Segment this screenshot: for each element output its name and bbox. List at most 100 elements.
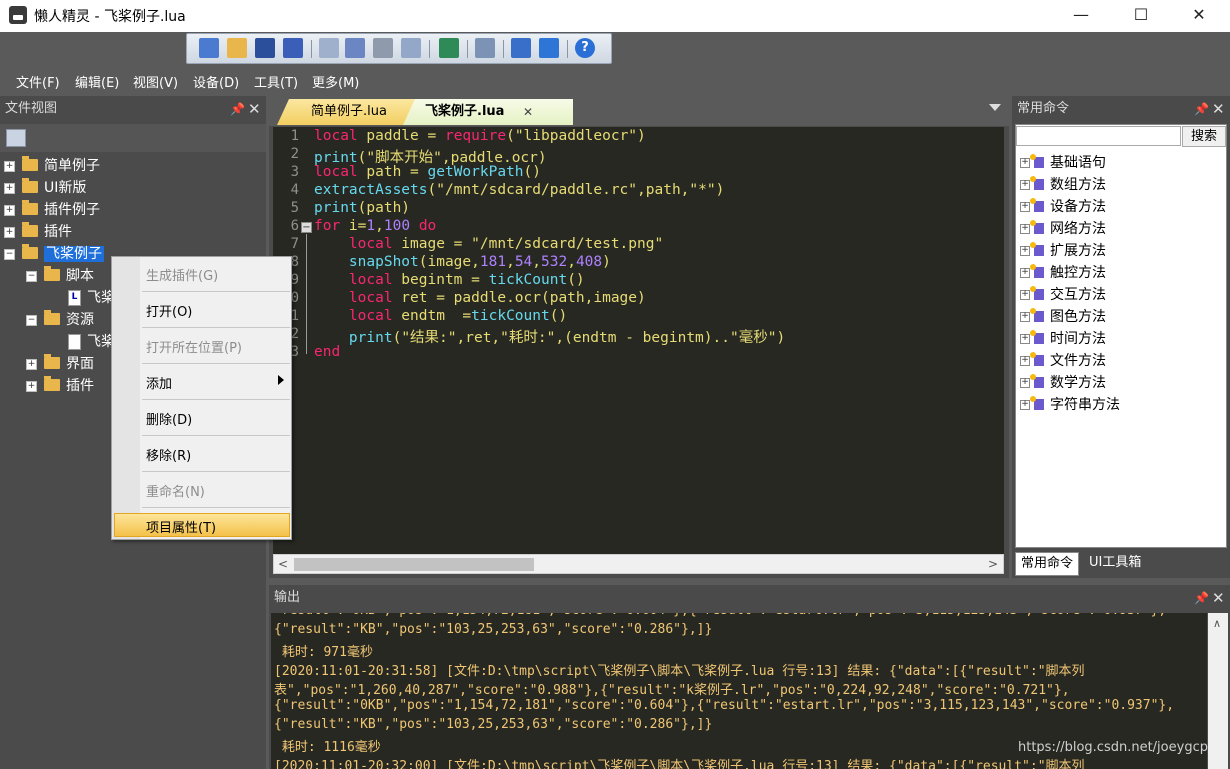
pin-icon[interactable]: 📌	[230, 96, 245, 122]
command-category-item[interactable]: + 网络方法	[1020, 218, 1106, 240]
pin-icon[interactable]: 📌	[1194, 585, 1209, 611]
command-category-item[interactable]: + 数学方法	[1020, 372, 1106, 394]
expand-icon[interactable]: +	[1020, 290, 1030, 300]
command-category-item[interactable]: + 基础语句	[1020, 152, 1106, 174]
method-icon	[1030, 219, 1044, 234]
menu-separator	[142, 435, 290, 436]
scroll-left-icon[interactable]: <	[278, 557, 288, 571]
close-icon[interactable]: ✕	[1212, 585, 1225, 611]
expand-icon[interactable]: +	[1020, 202, 1030, 212]
menu-item-add[interactable]: 添加	[146, 373, 172, 392]
command-category-item[interactable]: + 设备方法	[1020, 196, 1106, 218]
redo-icon[interactable]	[345, 38, 365, 58]
close-icon[interactable]: ✕	[1212, 96, 1225, 122]
expand-icon[interactable]: +	[1020, 224, 1030, 234]
command-category-label: 扩展方法	[1050, 243, 1106, 259]
vertical-scrollbar[interactable]: ∧	[1208, 613, 1228, 769]
method-icon	[1030, 197, 1044, 212]
command-category-item[interactable]: + 时间方法	[1020, 328, 1106, 350]
expand-icon[interactable]: +	[1020, 246, 1030, 256]
file-view-header: 文件视图 📌 ✕	[0, 96, 266, 124]
output-line: 耗时: 1116毫秒	[274, 740, 381, 755]
expand-icon[interactable]: +	[26, 381, 37, 392]
expand-icon[interactable]: +	[1020, 378, 1030, 388]
save-icon[interactable]	[255, 38, 275, 58]
command-category-item[interactable]: + 交互方法	[1020, 284, 1106, 306]
output-line: 表","pos":"1,260,40,287","score":"0.988"}…	[274, 683, 1070, 698]
menu-device[interactable]: 设备(D)	[193, 72, 239, 91]
camera-icon[interactable]	[539, 38, 559, 58]
device-icon[interactable]	[511, 38, 531, 58]
menu-separator	[142, 327, 290, 328]
tab-close-icon[interactable]: ✕	[523, 105, 537, 119]
menu-item-open[interactable]: 打开(O)	[146, 301, 192, 320]
tab-common-commands[interactable]: 常用命令	[1015, 552, 1080, 576]
new-file-icon[interactable]	[199, 38, 219, 58]
command-category-item[interactable]: + 文件方法	[1020, 350, 1106, 372]
menu-item-project-properties[interactable]: 项目属性(T)	[146, 517, 216, 536]
expand-icon[interactable]: +	[1020, 334, 1030, 344]
close-icon[interactable]: ✕	[248, 96, 261, 122]
command-category-item[interactable]: + 数组方法	[1020, 174, 1106, 196]
document-icon[interactable]	[475, 38, 495, 58]
menu-item-generate-plugin[interactable]: 生成插件(G)	[146, 265, 218, 284]
code-line: for i=1,100 do	[314, 218, 437, 234]
help-icon[interactable]: ?	[575, 38, 595, 58]
menu-separator	[142, 291, 290, 292]
close-button[interactable]: ✕	[1176, 0, 1222, 32]
menu-item-rename[interactable]: 重命名(N)	[146, 481, 205, 500]
tab-飞桨例子[interactable]: 飞桨例子.lua	[403, 99, 573, 125]
pin-icon[interactable]: 📌	[1194, 96, 1209, 122]
horizontal-scrollbar[interactable]: < >	[273, 554, 1004, 574]
scroll-thumb[interactable]	[294, 558, 534, 571]
menu-view[interactable]: 视图(V)	[133, 72, 178, 91]
method-icon	[1030, 263, 1044, 278]
menu-item-remove[interactable]: 移除(R)	[146, 445, 191, 464]
menu-more[interactable]: 更多(M)	[312, 72, 359, 91]
scroll-up-icon[interactable]: ∧	[1213, 617, 1221, 630]
command-category-label: 触控方法	[1050, 265, 1106, 281]
output-line: {"result":"0KB","pos":"1,154,72,181","sc…	[274, 698, 1175, 713]
window-title: 懒人精灵 - 飞桨例子.lua	[34, 9, 186, 25]
tab-ui-toolbox[interactable]: UI工具箱	[1084, 552, 1146, 574]
output-line: [2020:11:01-20:31:58] [文件:D:\tmp\script\…	[274, 664, 1085, 679]
code-line: print(path)	[314, 200, 411, 216]
expand-icon[interactable]: +	[1020, 180, 1030, 190]
command-category-item[interactable]: + 字符串方法	[1020, 394, 1120, 416]
toolbar-separator	[467, 40, 468, 58]
command-category-item[interactable]: + 扩展方法	[1020, 240, 1106, 262]
output-title: 输出	[274, 590, 301, 605]
code-line: local endtm =tickCount()	[348, 308, 568, 324]
expand-icon[interactable]: +	[1020, 356, 1030, 366]
expand-icon[interactable]: +	[1020, 312, 1030, 322]
cut-icon[interactable]	[373, 38, 393, 58]
menu-edit[interactable]: 编辑(E)	[75, 72, 119, 91]
undo-icon[interactable]	[319, 38, 339, 58]
expand-icon[interactable]: +	[1020, 268, 1030, 278]
expand-icon[interactable]: +	[1020, 400, 1030, 410]
method-icon	[1030, 241, 1044, 256]
code-line: local image = "/mnt/sdcard/test.png"	[348, 236, 664, 252]
copy-icon[interactable]	[401, 38, 421, 58]
code-line: local paddle = require("libpaddleocr")	[314, 128, 646, 144]
menu-item-delete[interactable]: 删除(D)	[146, 409, 192, 428]
search-button[interactable]: 搜索	[1182, 126, 1226, 147]
save-all-icon[interactable]	[283, 38, 303, 58]
expand-icon[interactable]: +	[1020, 158, 1030, 168]
command-category-item[interactable]: + 图色方法	[1020, 306, 1106, 328]
method-icon	[1030, 395, 1044, 410]
tab-list-dropdown-icon[interactable]	[989, 104, 1001, 111]
maximize-button[interactable]: ☐	[1118, 0, 1164, 32]
tree-item-插件-sub[interactable]: + 插件	[26, 375, 94, 397]
minimize-button[interactable]: —	[1058, 0, 1104, 32]
open-folder-icon[interactable]	[227, 38, 247, 58]
menu-tools[interactable]: 工具(T)	[254, 72, 298, 91]
command-category-item[interactable]: + 触控方法	[1020, 262, 1106, 284]
code-line: snapShot(image,181,54,532,408)	[348, 254, 611, 270]
scroll-right-icon[interactable]: >	[988, 557, 998, 571]
menu-item-open-location[interactable]: 打开所在位置(P)	[146, 337, 242, 356]
command-search-input[interactable]	[1016, 126, 1181, 146]
code-line: print("结果:",ret,"耗时:",(endtm - begintm).…	[348, 330, 786, 346]
menu-file[interactable]: 文件(F)	[16, 72, 60, 91]
run-icon[interactable]	[439, 38, 459, 58]
